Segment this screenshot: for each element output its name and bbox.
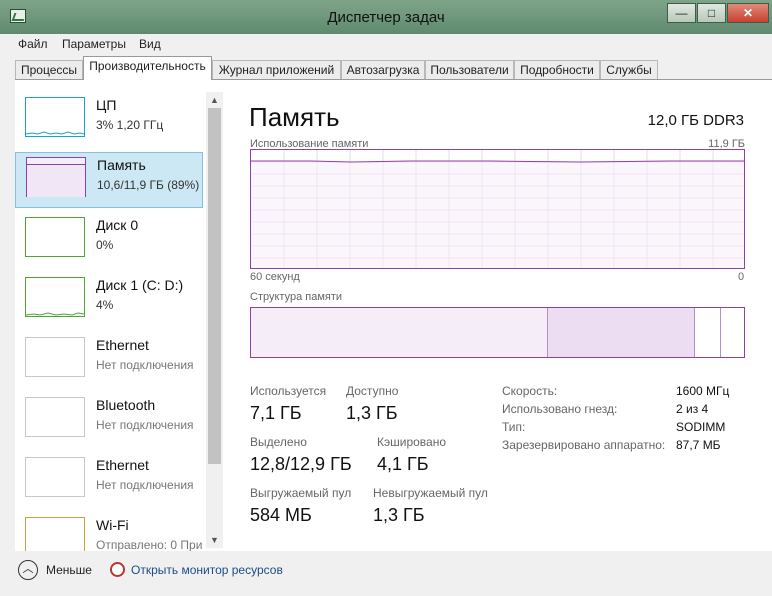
nonpaged-pool-value: 1,3 ГБ (373, 505, 425, 525)
title-bar[interactable]: Диспетчер задач — □ ✕ (0, 0, 772, 34)
cached-label: Кэшировано (377, 435, 447, 449)
sidebar-item-title: Ethernet (96, 337, 149, 353)
used-value: 7,1 ГБ (250, 403, 302, 423)
graph-zero-label: 0 (738, 271, 745, 283)
maximize-button[interactable]: □ (697, 3, 726, 23)
used-label: Используется (250, 384, 327, 398)
cached-value: 4,1 ГБ (377, 454, 429, 474)
sidebar-item-title: ЦП (96, 97, 117, 113)
memory-thumbnail (26, 157, 86, 197)
page-title: Память (249, 102, 340, 132)
sidebar-item-subtitle: 4% (96, 298, 114, 312)
sidebar-item-title: Диск 1 (C: D:) (96, 277, 184, 293)
sidebar-item-memory[interactable]: Память 10,6/11,9 ГБ (89%) (15, 152, 203, 208)
structure-in-use-segment (251, 308, 548, 357)
sidebar-item-title: Bluetooth (96, 397, 156, 413)
memory-spec: 12,0 ГБ DDR3 (647, 112, 744, 129)
scroll-down-icon[interactable]: ▼ (209, 534, 220, 546)
nonpaged-pool-label: Невыгружаемый пул (373, 486, 488, 500)
disk1-thumbnail (25, 277, 85, 317)
committed-label: Выделено (250, 435, 307, 449)
menu-file[interactable]: Файл (18, 37, 48, 51)
cpu-thumbnail (25, 97, 85, 137)
sidebar-item-subtitle: 10,6/11,9 ГБ (89%) (97, 178, 200, 192)
sidebar-item-disk1[interactable]: Диск 1 (C: D:) 4% (15, 273, 203, 329)
chevron-up-icon[interactable]: ︿ (18, 560, 38, 580)
memory-structure-bar (250, 307, 745, 358)
sidebar-item-title: Диск 0 (96, 217, 139, 233)
sidebar-item-subtitle: Отправлено: 0 Прин (96, 538, 203, 551)
sidebar-item-disk0[interactable]: Диск 0 0% (15, 213, 203, 269)
tab-services[interactable]: Службы (600, 60, 658, 79)
scroll-thumb[interactable] (208, 108, 221, 464)
sidebar-item-subtitle: Нет подключения (96, 358, 194, 372)
sidebar-item-subtitle: 3% 1,20 ГГц (96, 118, 164, 132)
reserved-label: Зарезервировано аппаратно: (502, 438, 666, 452)
resource-monitor-icon[interactable] (110, 562, 125, 577)
type-label: Тип: (502, 420, 526, 434)
close-button[interactable]: ✕ (727, 3, 769, 23)
structure-label: Структура памяти (250, 291, 343, 303)
ethernet-thumbnail (25, 457, 85, 497)
wifi-thumbnail (25, 517, 85, 551)
sidebar-item-subtitle: Нет подключения (96, 478, 194, 492)
tab-startup[interactable]: Автозагрузка (341, 60, 425, 79)
window-title: Диспетчер задач (327, 9, 445, 26)
available-value: 1,3 ГБ (346, 403, 398, 423)
structure-modified-segment (548, 308, 695, 357)
menu-options[interactable]: Параметры (62, 37, 126, 51)
open-resource-monitor-link[interactable]: Открыть монитор ресурсов (131, 563, 283, 577)
committed-value: 12,8/12,9 ГБ (250, 454, 352, 474)
memory-graph-svg (251, 150, 744, 268)
tab-details[interactable]: Подробности (514, 60, 600, 79)
menu-bar: Файл Параметры Вид (0, 34, 772, 54)
sidebar-item-subtitle: 0% (96, 238, 114, 252)
sidebar-item-title: Wi-Fi (96, 517, 129, 533)
sidebar-item-title: Ethernet (96, 457, 149, 473)
tab-performance[interactable]: Производительность (83, 56, 212, 80)
footer-bar: ︿ Меньше Открыть монитор ресурсов (0, 551, 772, 596)
available-label: Доступно (346, 384, 399, 398)
graph-time-label: 60 секунд (250, 271, 300, 283)
sidebar-item-ethernet-1[interactable]: Ethernet Нет подключения (15, 333, 203, 389)
disk0-thumbnail (25, 217, 85, 257)
tab-bar: Процессы Производительность Журнал прило… (0, 54, 772, 80)
tab-processes[interactable]: Процессы (15, 60, 83, 79)
bluetooth-thumbnail (25, 397, 85, 437)
slots-label: Использовано гнезд: (502, 402, 618, 416)
menu-view[interactable]: Вид (139, 37, 161, 51)
memory-usage-graph (250, 149, 745, 269)
minimize-button[interactable]: — (667, 3, 696, 23)
performance-panel: ЦП 3% 1,20 ГГц Память 10,6/11,9 ГБ (89%)… (15, 79, 772, 552)
sidebar-item-wifi[interactable]: Wi-Fi Отправлено: 0 Прин (15, 513, 203, 551)
sidebar-scrollbar[interactable]: ▲ ▼ (206, 92, 223, 548)
type-value: SODIMM (676, 420, 726, 434)
ethernet-thumbnail (25, 337, 85, 377)
sidebar-item-title: Память (97, 157, 146, 173)
speed-value: 1600 МГц (676, 384, 730, 398)
sidebar-item-bluetooth[interactable]: Bluetooth Нет подключения (15, 393, 203, 449)
tab-users[interactable]: Пользователи (425, 60, 514, 79)
sidebar-item-ethernet-2[interactable]: Ethernet Нет подключения (15, 453, 203, 509)
speed-label: Скорость: (502, 384, 558, 398)
scroll-up-icon[interactable]: ▲ (209, 94, 220, 106)
paged-pool-value: 584 МБ (250, 505, 312, 525)
sidebar-item-subtitle: Нет подключения (96, 418, 194, 432)
slots-value: 2 из 4 (676, 402, 709, 416)
sidebar-item-cpu[interactable]: ЦП 3% 1,20 ГГц (15, 93, 203, 149)
reserved-value: 87,7 МБ (676, 438, 721, 452)
fewer-details-button[interactable]: Меньше (46, 563, 92, 577)
tab-app-history[interactable]: Журнал приложений (212, 60, 341, 79)
task-manager-window: Диспетчер задач — □ ✕ Файл Параметры Вид… (0, 0, 772, 596)
structure-standby-segment (695, 308, 721, 357)
paged-pool-label: Выгружаемый пул (250, 486, 352, 500)
